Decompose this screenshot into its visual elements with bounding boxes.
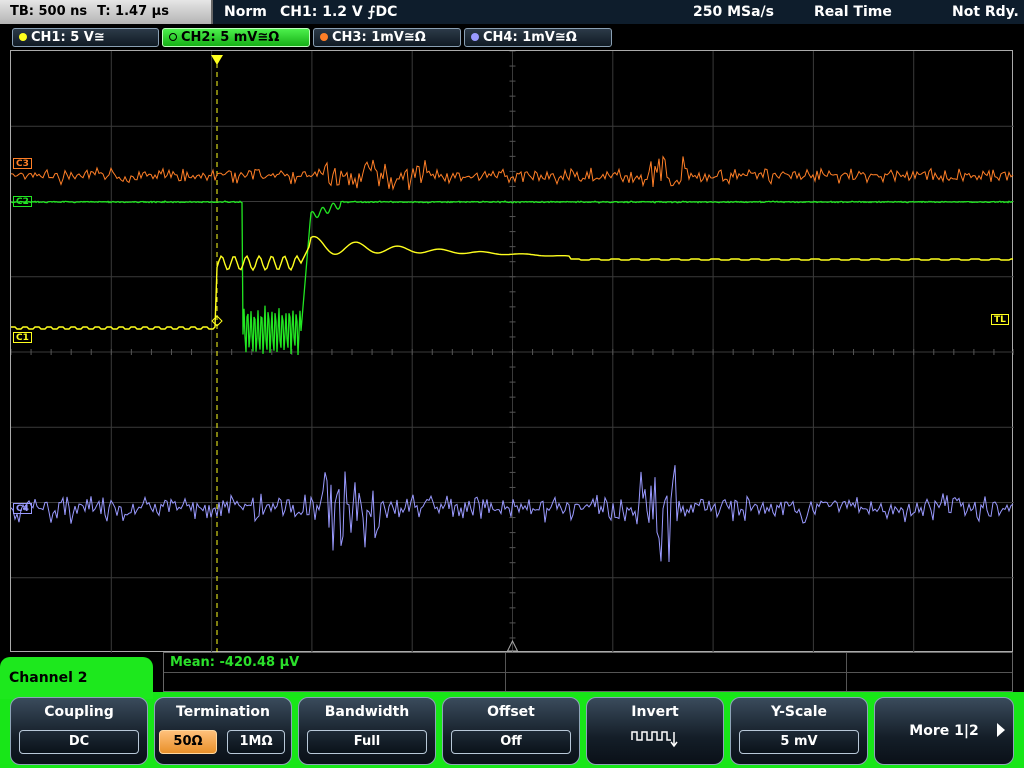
trigger-source[interactable]: CH1: 1.2 V ⨍DC: [280, 0, 397, 24]
pulse-train-invert-icon: [587, 728, 723, 754]
more-softkey[interactable]: More 1|2: [874, 697, 1014, 765]
invert-label: Invert: [631, 704, 679, 720]
termination-1mohm-option[interactable]: 1MΩ: [227, 730, 285, 754]
waveform-display[interactable]: C3 C2 C1 C4 TL: [10, 50, 1014, 653]
channel-1-dot-icon: [19, 33, 27, 41]
timebase-value: TB: 500 ns: [10, 4, 88, 19]
coupling-value[interactable]: DC: [19, 730, 139, 754]
termination-label: Termination: [176, 704, 270, 720]
trigger-mode[interactable]: Norm: [224, 0, 267, 24]
yscale-label: Y-Scale: [770, 704, 827, 720]
offset-label: Offset: [487, 704, 535, 720]
offset-softkey[interactable]: Offset Off: [442, 697, 580, 765]
acquisition-status: Not Rdy.: [952, 4, 1019, 20]
channel-bar: CH1: 5 V≅ CH2: 5 mV≅Ω CH3: 1mV≅Ω CH4: 1m…: [0, 25, 1024, 49]
measurement-bar: Mean: -420.48 µV: [163, 652, 1013, 692]
channel-2-dot-icon: [169, 33, 177, 41]
channel-2-button[interactable]: CH2: 5 mV≅Ω: [162, 28, 310, 47]
bandwidth-label: Bandwidth: [324, 704, 410, 720]
trigger-position-icon: [211, 55, 223, 65]
ch2-offset-marker[interactable]: C2: [13, 196, 32, 207]
coupling-label: Coupling: [44, 704, 114, 720]
ch3-offset-marker[interactable]: C3: [13, 158, 32, 169]
termination-softkey[interactable]: Termination 50Ω 1MΩ: [154, 697, 292, 765]
bandwidth-softkey[interactable]: Bandwidth Full: [298, 697, 436, 765]
ch1-offset-marker[interactable]: C1: [13, 332, 32, 343]
timebase-box[interactable]: TB: 500 ns T: 1.47 µs: [0, 0, 213, 24]
measurement-divider: [846, 653, 847, 691]
channel-3-button[interactable]: CH3: 1mV≅Ω: [313, 28, 461, 47]
measurement-mean: Mean: -420.48 µV: [170, 655, 300, 670]
channel-4-dot-icon: [471, 33, 479, 41]
offset-value[interactable]: Off: [451, 730, 571, 754]
channel-4-button[interactable]: CH4: 1mV≅Ω: [464, 28, 612, 47]
ch4-offset-marker[interactable]: C4: [13, 503, 32, 514]
acquisition-mode: Real Time: [814, 4, 892, 20]
yscale-value[interactable]: 5 mV: [739, 730, 859, 754]
channel-1-label: CH1: 5 V≅: [31, 30, 105, 45]
coupling-softkey[interactable]: Coupling DC: [10, 697, 148, 765]
menu-title-tab: Channel 2: [0, 657, 153, 699]
termination-50ohm-option[interactable]: 50Ω: [159, 730, 217, 754]
sample-rate: 250 MSa/s: [693, 4, 775, 20]
waveform-canvas: [11, 51, 1014, 653]
yscale-softkey[interactable]: Y-Scale 5 mV: [730, 697, 868, 765]
trigger-time-value: T: 1.47 µs: [97, 4, 169, 19]
top-status-bar: TB: 500 ns T: 1.47 µs Norm CH1: 1.2 V ⨍DC…: [0, 0, 1024, 24]
trigger-level-marker[interactable]: TL: [991, 314, 1009, 325]
channel-2-label: CH2: 5 mV≅Ω: [181, 30, 280, 45]
channel-3-label: CH3: 1mV≅Ω: [332, 30, 426, 45]
measurement-divider: [505, 653, 506, 691]
bandwidth-value[interactable]: Full: [307, 730, 427, 754]
channel-4-label: CH4: 1mV≅Ω: [483, 30, 577, 45]
menu-title: Channel 2: [9, 670, 88, 686]
trigger-slope-coupling: ⨍DC: [367, 4, 398, 20]
channel-3-dot-icon: [320, 33, 328, 41]
trigger-source-label: CH1: 1.2 V: [280, 4, 363, 20]
channel-1-button[interactable]: CH1: 5 V≅: [12, 28, 159, 47]
invert-softkey[interactable]: Invert: [586, 697, 724, 765]
chevron-right-icon: [997, 723, 1005, 737]
more-label: More 1|2: [909, 723, 979, 739]
measurement-divider: [164, 672, 1012, 673]
